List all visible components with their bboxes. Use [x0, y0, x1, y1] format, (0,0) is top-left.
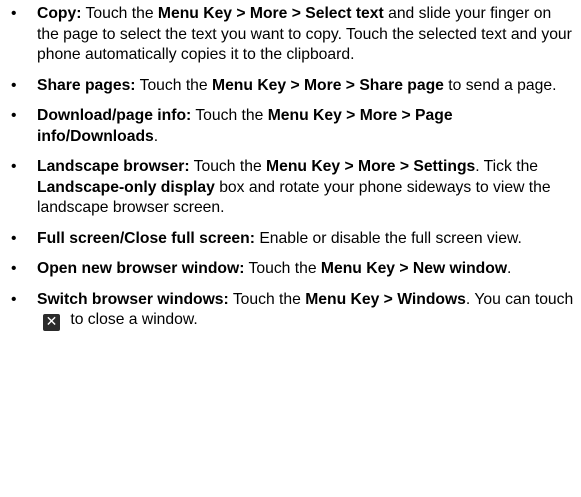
bullet-point: • [11, 107, 17, 124]
list-item-full-screen: • Full screen/Close full screen: Enable … [0, 229, 575, 250]
item-text: . You can touch [465, 290, 574, 308]
list-item-switch-windows: • Switch browser windows: Touch the Menu… [0, 290, 575, 331]
list-item-landscape-browser: • Landscape browser: Touch the Menu Key … [0, 157, 575, 219]
menu-path: Menu Key > More > Settings [266, 158, 476, 175]
item-text: Touch the [189, 158, 267, 175]
list-item-copy: • Copy: Touch the Menu Key > More > Sele… [0, 4, 575, 66]
menu-path: Menu Key > More > Select text [157, 5, 384, 22]
list-item-download-page-info: • Download/page info: Touch the Menu Key… [0, 106, 575, 147]
list-item-share-pages: • Share pages: Touch the Menu Key > More… [0, 76, 575, 97]
menu-path: Menu Key > More > Share page [212, 76, 444, 94]
close-window-icon: ✕ [43, 314, 60, 331]
bullet-point: • [11, 260, 17, 277]
bullet-point: • [11, 5, 17, 22]
item-text: Touch the [81, 5, 158, 22]
item-text: to close a window. [66, 311, 198, 328]
item-text: Touch the [228, 290, 306, 308]
item-title: Download/page info: [37, 107, 192, 124]
item-text: Enable or disable the full screen view. [254, 229, 522, 247]
bullet-point: • [11, 290, 17, 308]
bullet-point: • [11, 229, 17, 247]
item-text: . [507, 260, 512, 277]
item-text: Touch the [244, 260, 321, 277]
bullet-point: • [11, 158, 17, 175]
item-text: to send a page. [443, 76, 557, 94]
item-title: Landscape browser: [37, 158, 190, 175]
item-text: Touch the [191, 107, 268, 124]
item-text: . [153, 127, 159, 145]
item-text: . Tick the [475, 158, 539, 175]
document-page: • Copy: Touch the Menu Key > More > Sele… [0, 0, 581, 497]
item-title: Full screen/Close full screen: [37, 229, 255, 247]
list-item-open-new-window: • Open new browser window: Touch the Men… [0, 259, 575, 280]
item-title: Copy: [37, 5, 82, 22]
item-title: Switch browser windows: [37, 290, 229, 308]
bullet-point: • [11, 76, 17, 94]
item-title: Share pages: [37, 76, 136, 94]
menu-path: Menu Key > New window [320, 260, 508, 277]
browser-tips-list: • Copy: Touch the Menu Key > More > Sele… [0, 4, 575, 331]
item-text: Touch the [135, 76, 212, 94]
item-title: Open new browser window: [37, 260, 245, 277]
option-name: Landscape-only display [37, 178, 215, 196]
menu-path: Menu Key > Windows [305, 290, 466, 308]
